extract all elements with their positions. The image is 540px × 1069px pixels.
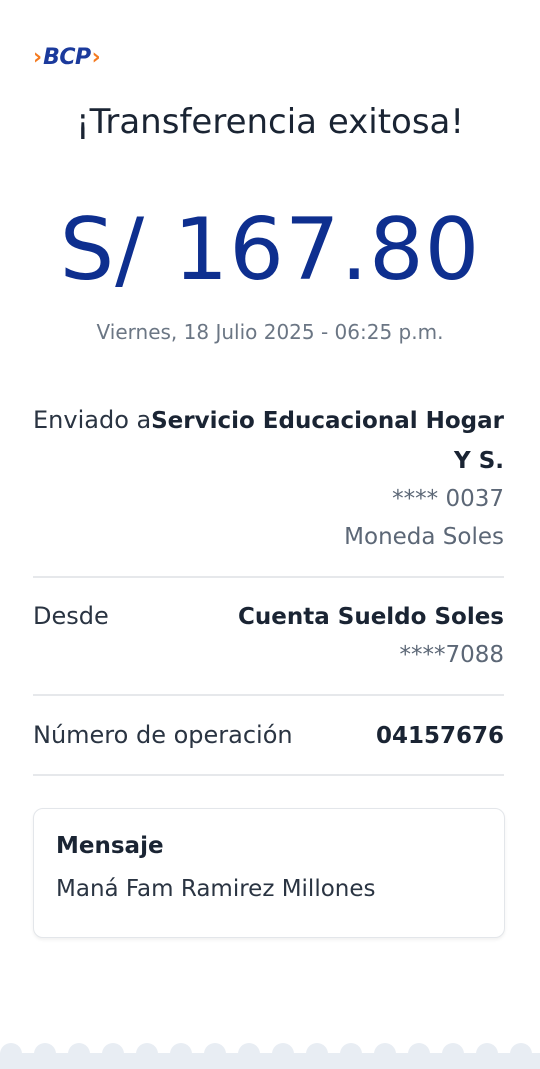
recipient-name-line1: Servicio Educacional Hogar: [151, 408, 504, 434]
page-title: ¡Transferencia exitosa!: [75, 102, 465, 142]
recipient-name-line2: Y S.: [454, 448, 504, 474]
recipient-label: Enviado a: [33, 406, 152, 434]
operation-section: Número de operación 04157676: [33, 719, 504, 755]
logo-chevron-left-icon: ›: [33, 45, 43, 70]
origin-section: Desde Cuenta Sueldo Soles ****7088: [33, 600, 504, 680]
origin-label: Desde: [33, 602, 109, 630]
receipt-scalloped-edge: [0, 1043, 540, 1069]
divider: [33, 694, 504, 696]
operation-number: 04157676: [375, 723, 504, 749]
recipient-account: **** 0037: [392, 486, 504, 512]
operation-label: Número de operación: [33, 721, 293, 749]
message-card: Mensaje Maná Fam Ramirez Millones: [33, 808, 505, 938]
transfer-datetime: Viernes, 18 Julio 2025 - 06:25 p.m.: [96, 320, 444, 344]
bcp-logo: › BCP ›: [33, 44, 101, 72]
message-title: Mensaje: [56, 833, 164, 859]
origin-account-number: ****7088: [399, 642, 504, 668]
divider: [33, 576, 504, 578]
logo-chevron-right-icon: ›: [91, 45, 101, 70]
message-text: Maná Fam Ramirez Millones: [56, 876, 376, 902]
logo-text: BCP: [43, 45, 91, 70]
origin-account-name: Cuenta Sueldo Soles: [238, 604, 504, 630]
recipient-currency: Moneda Soles: [344, 524, 504, 550]
divider: [33, 774, 504, 776]
transfer-amount: S/ 167.80: [59, 200, 481, 300]
recipient-section: Enviado a Servicio Educacional Hogar Y S…: [33, 404, 504, 564]
